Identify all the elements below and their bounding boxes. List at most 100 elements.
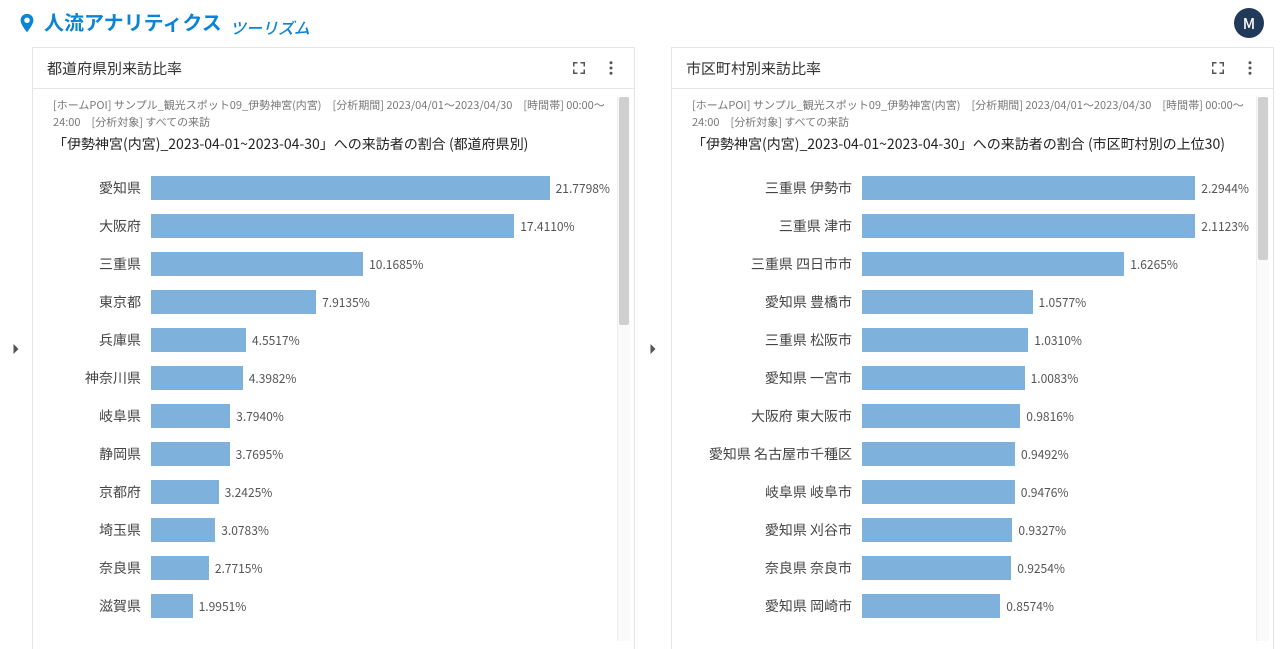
chart-row: 大阪府 東大阪市 0.9816% xyxy=(692,397,1249,435)
chart-bar-wrap: 0.9327% xyxy=(862,518,1249,542)
panel-municipality: 市区町村別来訪比率 [ホームPOI] サンプル_観光スポット09_伊勢神宮(内宮… xyxy=(671,47,1274,649)
chart-row-label: 愛知県 刈谷市 xyxy=(692,520,862,540)
chart-row-label: 埼玉県 xyxy=(53,520,151,540)
chart-bar xyxy=(862,594,1000,618)
chart-bar-wrap: 3.7940% xyxy=(151,404,610,428)
more-icon[interactable] xyxy=(1241,59,1259,77)
chart-row-label: 三重県 四日市市 xyxy=(692,254,862,274)
chart-row-label: 大阪府 東大阪市 xyxy=(692,406,862,426)
chart-bar xyxy=(862,556,1011,580)
chart-value: 3.7695% xyxy=(236,446,284,463)
chart-bar xyxy=(151,366,243,390)
chart-row: 東京都 7.9135% xyxy=(53,283,610,321)
chart-value: 10.1685% xyxy=(369,256,423,273)
chart-bar-wrap: 3.0783% xyxy=(151,518,610,542)
chart-value: 21.7798% xyxy=(556,180,610,197)
chart-bar xyxy=(151,290,316,314)
sidebar-toggle-left[interactable] xyxy=(0,47,32,649)
chart-row: 愛知県 刈谷市 0.9327% xyxy=(692,511,1249,549)
chart-title: 「伊勢神宮(内宮)_2023-04-01~2023-04-30」への来訪者の割合… xyxy=(53,134,626,154)
chart-row-label: 愛知県 xyxy=(53,178,151,198)
chart-row: 三重県 10.1685% xyxy=(53,245,610,283)
chart-bar-wrap: 0.8574% xyxy=(862,594,1249,618)
chart-row: 静岡県3.7695% xyxy=(53,435,610,473)
chart-row-label: 三重県 xyxy=(53,254,151,274)
chart-meta: [ホームPOI] サンプル_観光スポット09_伊勢神宮(内宮) [分析期間] 2… xyxy=(53,97,626,130)
chart-row-label: 岐阜県 岐阜市 xyxy=(692,482,862,502)
fullscreen-icon[interactable] xyxy=(570,59,588,77)
chart-row-label: 奈良県 xyxy=(53,558,151,578)
chart-value: 0.9327% xyxy=(1018,522,1066,539)
panel-actions xyxy=(1209,59,1259,77)
chevron-right-icon xyxy=(6,339,26,359)
chart-bar-wrap: 0.9476% xyxy=(862,480,1249,504)
chart-bar xyxy=(151,518,215,542)
chart-row: 三重県 松阪市1.0310% xyxy=(692,321,1249,359)
chart-row: 三重県 伊勢市2.2944% xyxy=(692,169,1249,207)
chart-bar-wrap: 2.2944% xyxy=(862,176,1249,200)
chart-row: 愛知県 豊橋市1.0577% xyxy=(692,283,1249,321)
chart-bar-wrap: 1.0310% xyxy=(862,328,1249,352)
chart-row: 愛知県 名古屋市千種区0.9492% xyxy=(692,435,1249,473)
panel-header: 市区町村別来訪比率 xyxy=(672,48,1273,89)
chart-row-label: 愛知県 豊橋市 xyxy=(692,292,862,312)
chart-bar xyxy=(151,176,550,200)
chart-row: 大阪府 17.4110% xyxy=(53,207,610,245)
chart-bar-wrap: 2.1123% xyxy=(862,214,1249,238)
chart-bar xyxy=(862,442,1015,466)
pin-icon xyxy=(16,11,38,33)
chart-row: 岐阜県 3.7940% xyxy=(53,397,610,435)
scrollbar-thumb[interactable] xyxy=(619,97,629,325)
chart-row-label: 神奈川県 xyxy=(53,368,151,388)
chevron-right-icon xyxy=(643,339,663,359)
scrollbar[interactable] xyxy=(617,97,630,641)
fullscreen-icon[interactable] xyxy=(1209,59,1227,77)
chart-bar xyxy=(151,556,209,580)
chart-bar-wrap: 0.9492% xyxy=(862,442,1249,466)
chart-value: 17.4110% xyxy=(520,218,574,235)
chart-row-label: 奈良県 奈良市 xyxy=(692,558,862,578)
chart-row-label: 東京都 xyxy=(53,292,151,312)
avatar[interactable]: M xyxy=(1234,8,1264,38)
chart-value: 3.7940% xyxy=(236,408,284,425)
chart-bar xyxy=(151,442,230,466)
panel-actions xyxy=(570,59,620,77)
chart-bar-wrap: 10.1685% xyxy=(151,252,610,276)
chart-bar xyxy=(862,214,1195,238)
chart-bar-wrap: 1.0577% xyxy=(862,290,1249,314)
chart-row: 三重県 四日市市1.6265% xyxy=(692,245,1249,283)
brand-logo: 人流アナリティクス xyxy=(16,7,222,36)
chart: 三重県 伊勢市2.2944%三重県 津市2.1123%三重県 四日市市1.626… xyxy=(692,169,1249,641)
chart-value: 0.9816% xyxy=(1026,408,1074,425)
chart-bar-wrap: 0.9816% xyxy=(862,404,1249,428)
chart-value: 4.3982% xyxy=(249,370,297,387)
chart-bar-wrap: 0.9254% xyxy=(862,556,1249,580)
chart-bar-wrap: 2.7715% xyxy=(151,556,610,580)
chart-bar xyxy=(151,594,193,618)
chart-row-label: 京都府 xyxy=(53,482,151,502)
more-icon[interactable] xyxy=(602,59,620,77)
chart-row-label: 三重県 松阪市 xyxy=(692,330,862,350)
chart-bar xyxy=(151,480,219,504)
chart-row: 三重県 津市2.1123% xyxy=(692,207,1249,245)
chart-row-label: 大阪府 xyxy=(53,216,151,236)
chart-row-label: 岐阜県 xyxy=(53,406,151,426)
sidebar-toggle-mid[interactable] xyxy=(639,47,667,649)
chart-bar xyxy=(862,328,1028,352)
chart-row-label: 愛知県 岡崎市 xyxy=(692,596,862,616)
chart-rows: 愛知県 21.7798% 大阪府 17.4110% 三重県 10.1685% 東京都 7.91… xyxy=(53,169,610,641)
chart-row: 京都府3.2425% xyxy=(53,473,610,511)
chart-bar xyxy=(862,252,1124,276)
chart-row: 埼玉県3.0783% xyxy=(53,511,610,549)
chart-bar xyxy=(862,366,1025,390)
chart-row-label: 愛知県 一宮市 xyxy=(692,368,862,388)
chart-value: 0.9254% xyxy=(1017,560,1065,577)
topbar: 人流アナリティクス ツーリズム M xyxy=(0,0,1280,47)
chart-bar xyxy=(151,328,246,352)
chart-bar-wrap: 21.7798% xyxy=(151,176,610,200)
scrollbar-thumb[interactable] xyxy=(1258,97,1268,260)
chart: 愛知県 21.7798% 大阪府 17.4110% 三重県 10.1685% 東京都 7.91… xyxy=(53,169,610,641)
scrollbar[interactable] xyxy=(1256,97,1269,641)
chart-value: 2.2944% xyxy=(1201,180,1249,197)
chart-value: 7.9135% xyxy=(322,294,370,311)
